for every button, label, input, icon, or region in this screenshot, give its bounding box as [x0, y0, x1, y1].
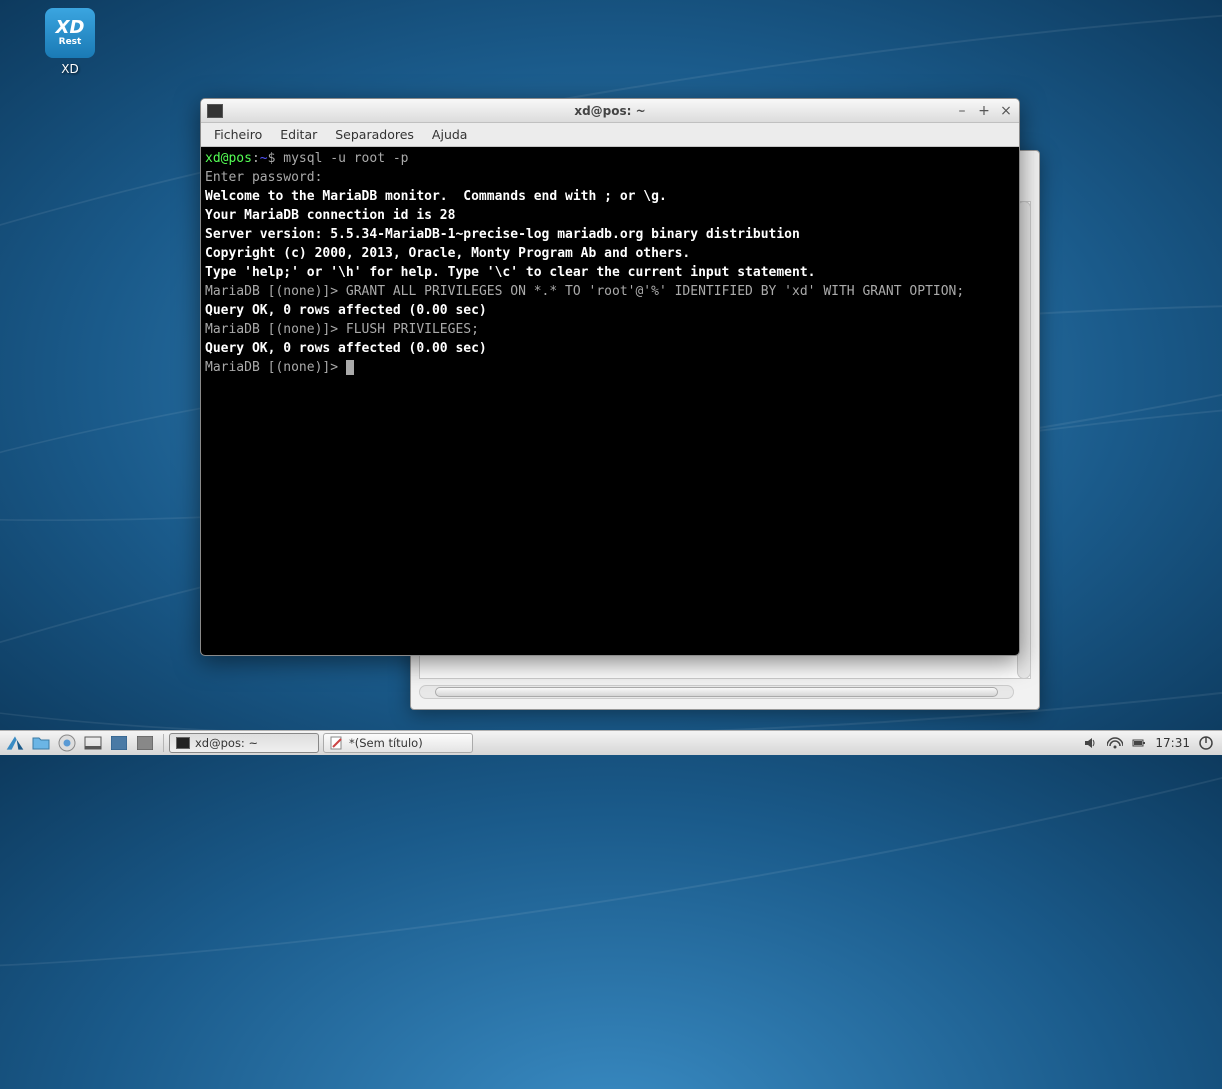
taskbar-divider: [163, 734, 164, 752]
desktop-icon-xd[interactable]: XD Rest XD: [35, 8, 105, 76]
xd-rest-icon: XD Rest: [45, 8, 95, 58]
terminal-line: Server version: 5.5.34-MariaDB-1~precise…: [205, 225, 1015, 244]
terminal-line: Type 'help;' or '\h' for help. Type '\c'…: [205, 263, 1015, 282]
window-controls: – + ×: [955, 103, 1013, 119]
menu-file[interactable]: Ficheiro: [205, 125, 271, 144]
task-label: xd@pos: ~: [195, 736, 258, 750]
terminal-window: xd@pos: ~ – + × Ficheiro Editar Separado…: [200, 98, 1020, 656]
taskbar-task-terminal[interactable]: xd@pos: ~: [169, 733, 319, 753]
bg-scrollthumb-horizontal[interactable]: [435, 687, 998, 697]
terminal-line: MariaDB [(none)]> FLUSH PRIVILEGES;: [205, 320, 1015, 339]
terminal-line: Your MariaDB connection id is 28: [205, 206, 1015, 225]
workspace-button-1[interactable]: [107, 732, 131, 754]
terminal-icon: [176, 737, 190, 749]
task-label: *(Sem título): [349, 736, 423, 750]
workspace-button-2[interactable]: [133, 732, 157, 754]
chromium-icon: [58, 734, 76, 752]
folder-icon: [32, 735, 50, 751]
browser-launcher[interactable]: [55, 732, 79, 754]
system-tray: 17:31: [1075, 731, 1222, 755]
workspace-icon: [137, 736, 153, 750]
battery-icon[interactable]: [1131, 735, 1147, 751]
icon-logo-text: XD: [56, 19, 85, 37]
show-desktop-icon: [84, 736, 102, 750]
text-editor-icon: [330, 736, 344, 750]
terminal-line: MariaDB [(none)]> GRANT ALL PRIVILEGES O…: [205, 282, 1015, 301]
terminal-menubar: Ficheiro Editar Separadores Ajuda: [201, 123, 1019, 147]
menu-tabs[interactable]: Separadores: [326, 125, 423, 144]
terminal-line: xd@pos:~$ mysql -u root -p: [205, 149, 1015, 168]
terminal-line: MariaDB [(none)]>: [205, 358, 1015, 377]
terminal-cursor: [346, 360, 354, 375]
launcher-area: [0, 731, 160, 755]
terminal-titlebar[interactable]: xd@pos: ~ – + ×: [201, 99, 1019, 123]
terminal-line: Query OK, 0 rows affected (0.00 sec): [205, 301, 1015, 320]
icon-logo-subtext: Rest: [59, 37, 82, 47]
minimize-all-button[interactable]: [81, 732, 105, 754]
taskbar-task-editor[interactable]: *(Sem título): [323, 733, 473, 753]
application-menu-button[interactable]: [3, 732, 27, 754]
terminal-line: Query OK, 0 rows affected (0.00 sec): [205, 339, 1015, 358]
taskbar: xd@pos: ~ *(Sem título) 17:31: [0, 730, 1222, 755]
terminal-line: Enter password:: [205, 168, 1015, 187]
lubuntu-menu-icon: [4, 733, 26, 753]
close-button[interactable]: ×: [999, 103, 1013, 119]
volume-icon[interactable]: [1083, 735, 1099, 751]
clock[interactable]: 17:31: [1155, 736, 1190, 750]
menu-help[interactable]: Ajuda: [423, 125, 477, 144]
terminal-line: Welcome to the MariaDB monitor. Commands…: [205, 187, 1015, 206]
workspace-icon: [111, 736, 127, 750]
bg-scrollbar-horizontal[interactable]: [419, 685, 1014, 699]
file-manager-launcher[interactable]: [29, 732, 53, 754]
menu-edit[interactable]: Editar: [271, 125, 326, 144]
network-icon[interactable]: [1107, 735, 1123, 751]
maximize-button[interactable]: +: [977, 103, 991, 119]
terminal-title: xd@pos: ~: [201, 104, 1019, 118]
desktop-icon-label: XD: [35, 62, 105, 76]
minimize-button[interactable]: –: [955, 103, 969, 119]
terminal-icon: [207, 104, 223, 118]
logout-icon[interactable]: [1198, 735, 1214, 751]
terminal-line: Copyright (c) 2000, 2013, Oracle, Monty …: [205, 244, 1015, 263]
terminal-body[interactable]: xd@pos:~$ mysql -u root -pEnter password…: [201, 147, 1019, 655]
